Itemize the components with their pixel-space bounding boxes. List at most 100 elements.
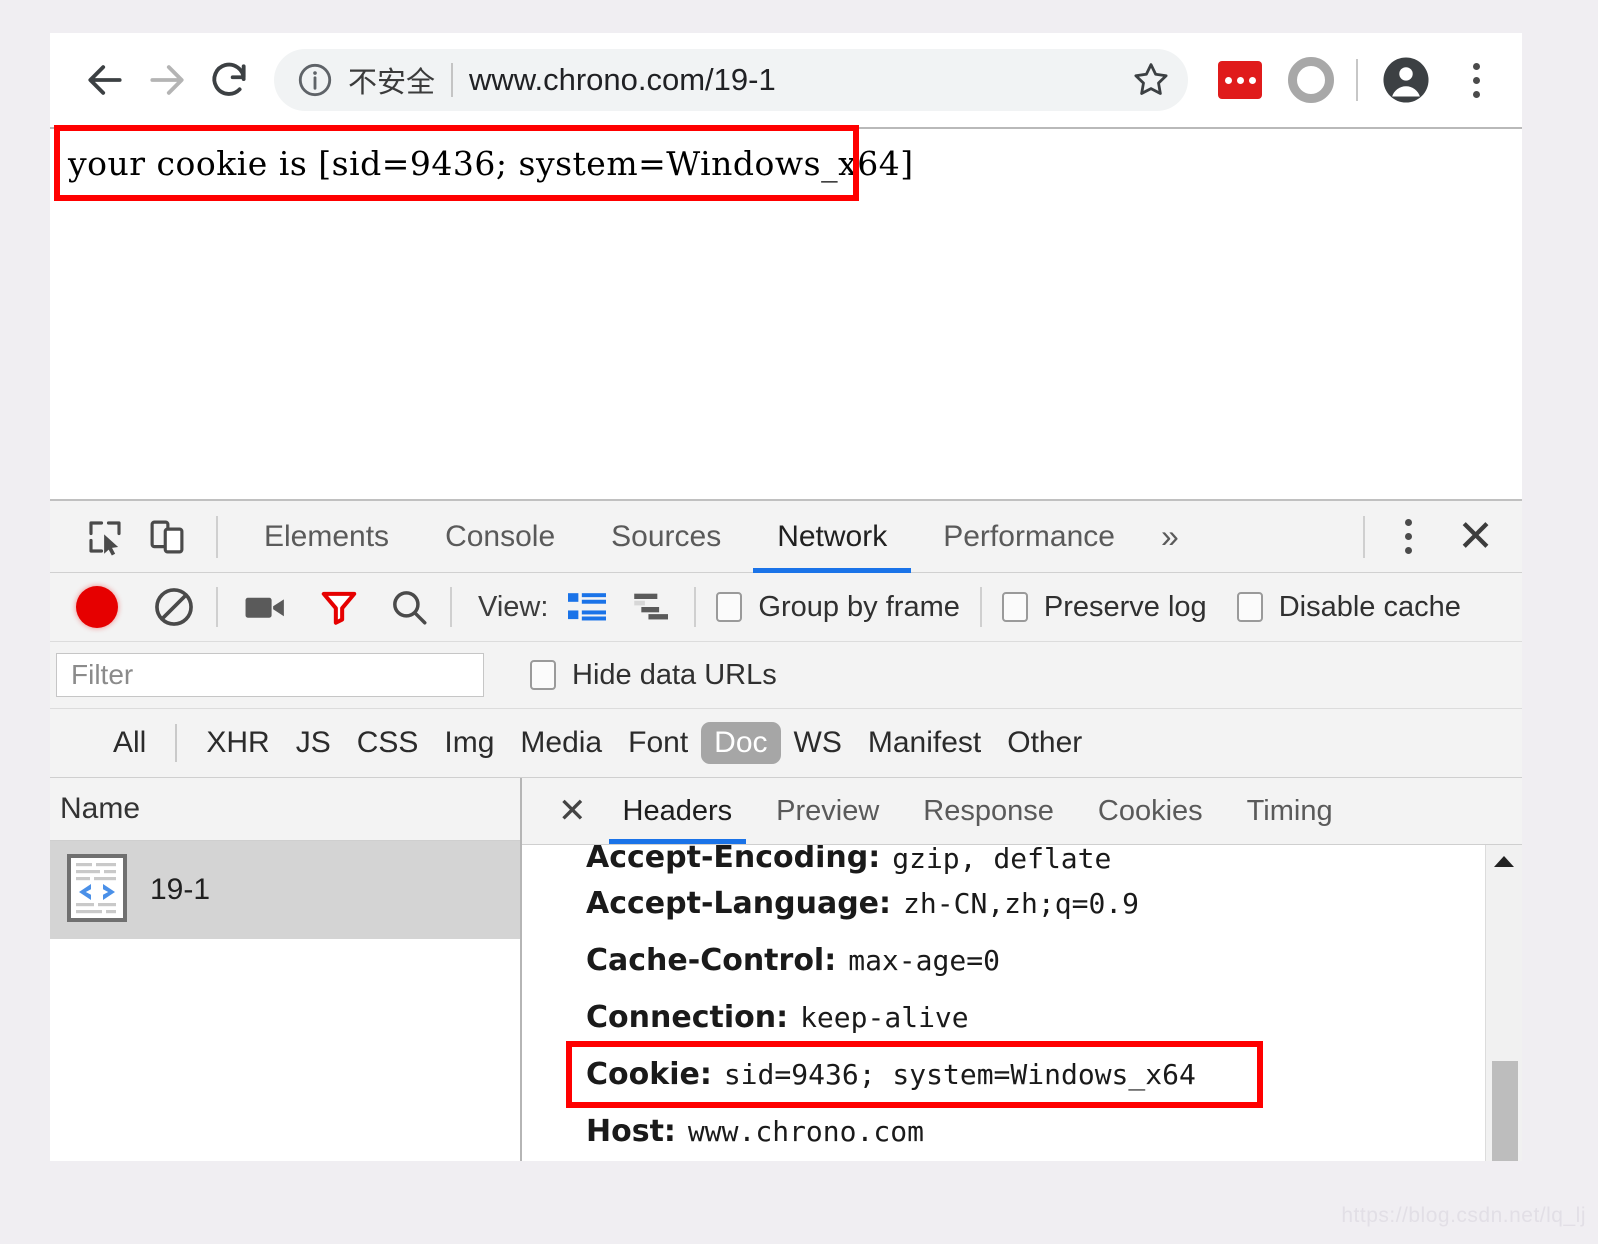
request-headers-list: Accept-Encoding: gzip, deflate Accept-La… [522, 845, 1522, 1161]
page-viewport: your cookie is [sid=9436; system=Windows… [50, 125, 1522, 501]
view-label: View: [478, 590, 549, 623]
circle-ring-icon[interactable] [1288, 57, 1334, 103]
record-button-icon[interactable] [76, 586, 118, 628]
clear-button[interactable] [152, 585, 196, 629]
type-filter-ws[interactable]: WS [781, 722, 855, 764]
filter-button[interactable] [318, 586, 360, 628]
devtools-menu-icon[interactable] [1383, 519, 1433, 554]
detail-tab-preview[interactable]: Preview [754, 778, 901, 844]
header-value: max-age=0 [848, 944, 1000, 977]
group-by-frame-checkbox[interactable] [716, 592, 743, 622]
device-toolbar-button[interactable] [136, 506, 198, 568]
network-body: Name 19-1 ✕ Headers Preview Response Coo… [50, 778, 1522, 1161]
devtools-close-button[interactable]: ✕ [1433, 514, 1512, 559]
devtools-divider-right [1363, 515, 1366, 558]
document-code-icon [66, 853, 128, 928]
screenshot-camera-button[interactable] [244, 591, 290, 623]
hide-data-urls-checkbox[interactable] [530, 660, 556, 690]
detail-tab-timing[interactable]: Timing [1225, 778, 1355, 844]
back-arrow-icon [88, 65, 122, 95]
forward-arrow-icon [150, 65, 184, 95]
list-view-button[interactable] [568, 591, 607, 623]
detail-tabbar: ✕ Headers Preview Response Cookies Timin… [522, 778, 1522, 845]
waterfall-view-button[interactable] [632, 591, 672, 623]
devtools-divider [216, 515, 218, 558]
three-dot-menu-icon[interactable] [1452, 62, 1500, 98]
reload-icon [212, 62, 246, 96]
reload-button[interactable] [198, 49, 260, 111]
type-filter-other[interactable]: Other [994, 722, 1095, 764]
group-by-frame-label: Group by frame [758, 590, 960, 623]
url-text[interactable]: www.chrono.com/19-1 [469, 62, 1120, 98]
type-filter-img[interactable]: Img [431, 722, 507, 764]
type-filter-doc[interactable]: Doc [701, 722, 781, 764]
network-toolbar-divider-4 [979, 587, 982, 627]
header-key: Connection: [586, 1000, 789, 1035]
filter-funnel-icon [321, 591, 357, 625]
security-status-label: 不安全 [348, 65, 436, 99]
network-toolbar-divider-2 [450, 587, 452, 627]
info-circle-icon[interactable] [296, 61, 334, 99]
header-key: Accept-Language: [586, 886, 892, 921]
star-icon [1134, 63, 1168, 95]
disable-cache-checkbox[interactable] [1236, 592, 1263, 622]
tab-network[interactable]: Network [749, 501, 915, 573]
filter-input[interactable]: Filter [56, 653, 484, 697]
inspect-element-icon [89, 520, 121, 556]
back-button[interactable] [74, 49, 136, 111]
scroll-up-arrow-icon[interactable] [1486, 845, 1522, 879]
search-button[interactable] [388, 586, 430, 628]
preserve-log-checkbox[interactable] [1001, 592, 1028, 622]
detail-tab-response[interactable]: Response [901, 778, 1076, 844]
type-filter-all[interactable]: All [100, 722, 159, 764]
annotation-box-page-cookie [54, 125, 859, 201]
preserve-log-label: Preserve log [1043, 590, 1207, 623]
inspect-element-button[interactable] [74, 506, 136, 568]
extension-icon[interactable] [1218, 61, 1262, 99]
request-detail-pane: ✕ Headers Preview Response Cookies Timin… [522, 778, 1522, 1161]
header-value: zh-CN,zh;q=0.9 [903, 887, 1140, 920]
list-view-icon [568, 593, 607, 621]
detail-close-button[interactable]: ✕ [544, 794, 601, 828]
headers-scrollbar[interactable] [1485, 845, 1522, 1161]
forward-button[interactable] [136, 49, 198, 111]
address-bar[interactable]: 不安全 www.chrono.com/19-1 [274, 49, 1188, 111]
devtools-tabbar: Elements Console Sources Network Perform… [50, 501, 1522, 573]
checkbox-preserve-log[interactable]: Preserve log [1001, 590, 1207, 624]
type-filter-manifest[interactable]: Manifest [855, 722, 994, 764]
tab-elements[interactable]: Elements [236, 501, 417, 573]
tab-performance[interactable]: Performance [915, 501, 1143, 573]
detail-tab-headers[interactable]: Headers [601, 778, 755, 844]
type-filter-js[interactable]: JS [283, 722, 344, 764]
header-value: gzip, deflate [892, 845, 1112, 875]
type-filter-css[interactable]: CSS [344, 722, 432, 764]
toolbar-divider [1356, 59, 1358, 101]
type-filter-font[interactable]: Font [615, 722, 701, 764]
network-toolbar-divider-3 [694, 587, 697, 627]
header-row-host: Host: www.chrono.com [586, 1103, 1522, 1160]
bookmark-button[interactable] [1130, 59, 1172, 101]
request-list-header[interactable]: Name [50, 778, 520, 841]
more-tabs-icon[interactable]: » [1143, 518, 1197, 555]
header-value: sid=9436; system=Windows_x64 [723, 1058, 1196, 1091]
type-filter-media[interactable]: Media [507, 722, 615, 764]
waterfall-view-icon [634, 593, 669, 620]
header-key: Cache-Control: [586, 943, 837, 978]
table-row[interactable]: 19-1 [50, 841, 520, 939]
tab-console[interactable]: Console [417, 501, 583, 573]
tab-sources[interactable]: Sources [583, 501, 749, 573]
header-row-connection: Connection: keep-alive [586, 989, 1522, 1046]
network-filter-row: Filter Hide data URLs [50, 642, 1522, 709]
checkbox-disable-cache[interactable]: Disable cache [1236, 591, 1461, 624]
browser-toolbar: 不安全 www.chrono.com/19-1 [50, 33, 1522, 129]
detail-tab-cookies[interactable]: Cookies [1076, 778, 1225, 844]
profile-avatar-icon[interactable] [1380, 54, 1432, 106]
browser-window: 不安全 www.chrono.com/19-1 your cookie is [… [50, 33, 1522, 1161]
checkbox-hide-data-urls[interactable]: Hide data URLs [530, 659, 777, 692]
type-filter-xhr[interactable]: XHR [193, 722, 282, 764]
watermark: https://blog.csdn.net/lq_lj [1341, 1204, 1586, 1227]
header-value: keep-alive [800, 1001, 969, 1034]
header-key: Cookie: [586, 1057, 712, 1092]
checkbox-group-by-frame[interactable]: Group by frame [716, 590, 960, 624]
scrollbar-thumb[interactable] [1492, 1061, 1518, 1161]
